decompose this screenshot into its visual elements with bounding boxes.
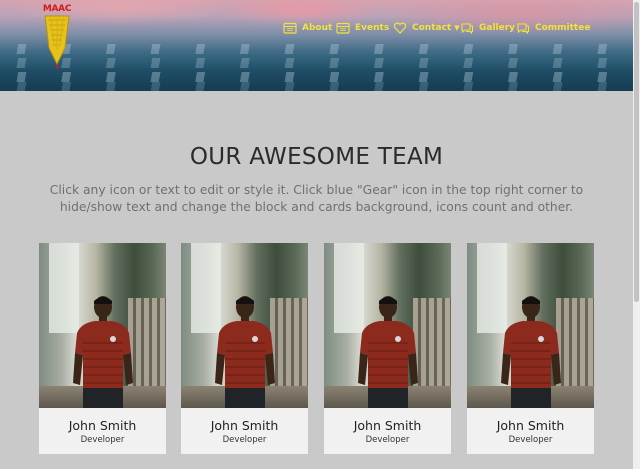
logo-text: MAAC xyxy=(42,4,72,14)
nav-contact[interactable]: Contact ▼ xyxy=(393,21,460,35)
team-member-role[interactable]: Developer xyxy=(324,435,451,445)
team-member-photo[interactable] xyxy=(39,243,166,408)
team-member-name[interactable]: John Smith xyxy=(467,418,594,433)
chevron-down-icon: ▼ xyxy=(454,24,460,32)
nav-gallery-label: Gallery xyxy=(479,23,516,33)
team-member-name[interactable]: John Smith xyxy=(39,418,166,433)
hero-wave xyxy=(0,44,633,54)
section-title[interactable]: OUR AWESOME TEAM xyxy=(0,144,633,170)
team-card[interactable]: John Smith Developer xyxy=(324,243,451,454)
heart-icon xyxy=(393,22,407,34)
calendar-icon xyxy=(283,22,297,34)
team-member-role[interactable]: Developer xyxy=(39,435,166,445)
header-hero: MAAC About Events Contact ▼ Gallery Comm… xyxy=(0,0,633,91)
calendar-icon xyxy=(336,22,350,34)
chat-icon xyxy=(517,23,529,34)
hero-wave xyxy=(0,72,633,82)
scrollbar-thumb[interactable] xyxy=(634,2,639,302)
nav-about-label: About xyxy=(302,23,333,33)
team-card[interactable]: John Smith Developer xyxy=(39,243,166,454)
nav-committee-label: Committee xyxy=(535,23,591,33)
person-figure xyxy=(358,296,418,408)
team-card[interactable]: John Smith Developer xyxy=(467,243,594,454)
nav-gallery[interactable]: Gallery xyxy=(460,21,515,35)
page-scrollbar[interactable] xyxy=(633,0,640,469)
site-logo[interactable]: MAAC xyxy=(41,4,73,70)
team-member-role[interactable]: Developer xyxy=(467,435,594,445)
team-card[interactable]: John Smith Developer xyxy=(181,243,308,454)
team-member-name[interactable]: John Smith xyxy=(324,418,451,433)
team-member-photo[interactable] xyxy=(324,243,451,408)
section-description[interactable]: Click any icon or text to edit or style … xyxy=(40,182,593,216)
nav-events-label: Events xyxy=(355,23,390,33)
team-member-role[interactable]: Developer xyxy=(181,435,308,445)
person-figure xyxy=(215,296,275,408)
team-member-photo[interactable] xyxy=(181,243,308,408)
team-member-photo[interactable] xyxy=(467,243,594,408)
nav-events[interactable]: Events xyxy=(336,21,389,35)
person-figure xyxy=(501,296,561,408)
hero-wave xyxy=(0,58,633,68)
person-figure xyxy=(73,296,133,408)
chat-icon xyxy=(461,23,473,34)
team-member-name[interactable]: John Smith xyxy=(181,418,308,433)
hero-wave xyxy=(0,82,633,91)
nav-contact-label: Contact xyxy=(412,23,452,33)
nav-committee[interactable]: Committee xyxy=(516,21,590,35)
nav-about[interactable]: About xyxy=(283,21,332,35)
